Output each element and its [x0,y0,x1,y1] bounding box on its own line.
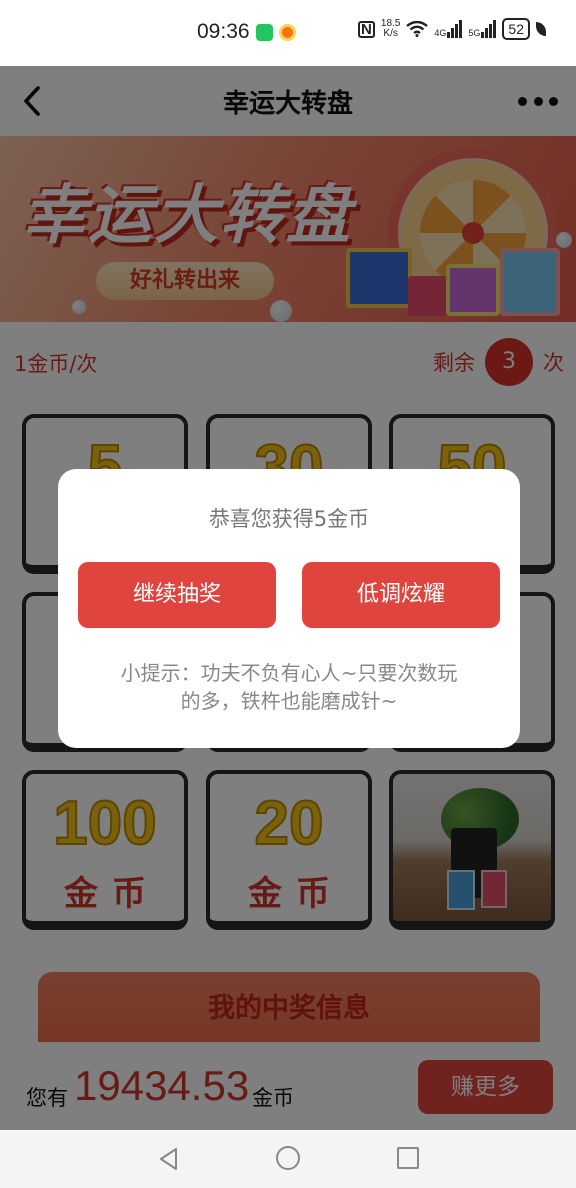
dialog-tip: 小提示：功夫不负有心人~只要次数玩 的多，铁杵也能磨成针~ [88,659,490,715]
battery-icon: 52 [502,18,530,40]
signal-icon-1: 4G [434,20,463,38]
signal-label-2: 5G [468,28,481,38]
wechat-icon [256,24,273,41]
back-triangle-icon[interactable] [156,1146,182,1172]
signal-label-1: 4G [434,28,447,38]
eco-leaf-icon [536,22,546,36]
dialog-tip-line-1: 小提示：功夫不负有心人~只要次数玩 [120,661,458,685]
weibo-icon [279,24,296,41]
system-nav-bar [0,1130,576,1188]
status-time: 09:36 [197,20,250,43]
nfc-icon: N [357,20,375,38]
dialog-title: 恭喜您获得5金币 [208,507,370,531]
show-off-button[interactable]: 低调炫耀 [302,562,500,628]
wifi-icon [406,21,429,37]
recents-square-icon[interactable] [397,1147,419,1169]
net-speed-unit: K/s [383,28,398,39]
home-circle-icon[interactable] [276,1146,300,1170]
net-speed: 18.5 K/s [381,19,400,39]
dialog-tip-line-2: 的多，铁杵也能磨成针~ [180,689,398,713]
status-bar: 09:36 N 18.5 K/s 4G 5G 52 [0,0,576,66]
continue-draw-button[interactable]: 继续抽奖 [78,562,276,628]
prize-result-dialog: 恭喜您获得5金币 继续抽奖 低调炫耀 小提示：功夫不负有心人~只要次数玩 的多，… [58,469,520,748]
status-right: N 18.5 K/s 4G 5G 52 [357,18,546,40]
signal-icon-2: 5G [468,20,497,38]
